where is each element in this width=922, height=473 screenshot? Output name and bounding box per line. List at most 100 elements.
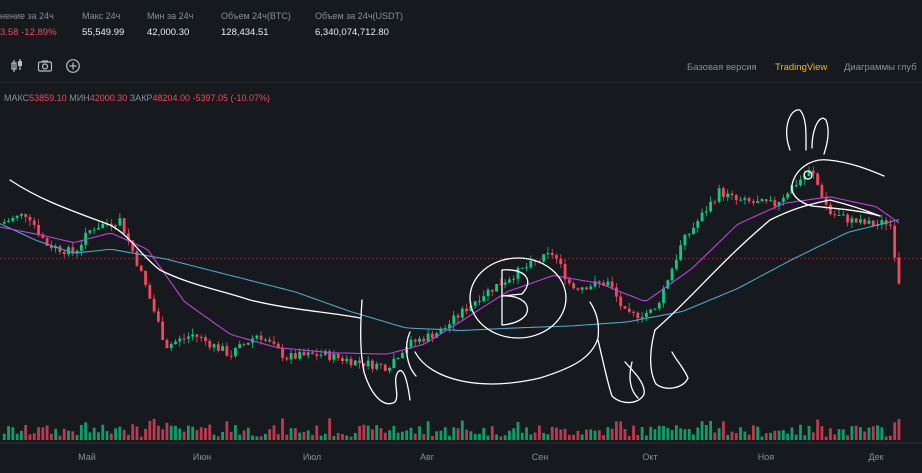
low-label: МИН	[69, 93, 90, 103]
stat-low-24h: Мин за 24ч 42,000.30	[147, 11, 193, 38]
candle	[383, 364, 387, 371]
volume-bar	[636, 435, 640, 440]
candle	[666, 280, 670, 289]
doodle-stroke	[786, 109, 807, 151]
volume-bar	[473, 433, 477, 440]
volume-bar	[341, 434, 344, 440]
candle	[285, 357, 289, 360]
candle	[79, 244, 83, 251]
volume-bar	[580, 434, 584, 440]
candle	[623, 306, 627, 309]
volume-bar	[186, 425, 190, 440]
candle	[465, 308, 468, 312]
candle	[426, 333, 430, 342]
stat-value: 42,000.30	[147, 27, 190, 38]
volume-bar	[156, 425, 160, 440]
candle	[606, 281, 610, 286]
candle	[268, 339, 272, 342]
candle	[520, 267, 524, 269]
candle	[165, 339, 169, 349]
volume-bar	[114, 428, 117, 440]
volume-bar	[323, 433, 327, 440]
candle	[829, 204, 832, 215]
volume-bar	[448, 435, 451, 440]
volume-bar	[298, 432, 302, 440]
plus-circle-icon[interactable]	[64, 58, 82, 76]
camera-icon[interactable]	[36, 58, 54, 76]
candle	[2, 222, 6, 224]
stat-volume-btc: Объем 24ч(BTC) 128,434.51	[221, 11, 291, 38]
volume-bar	[743, 431, 747, 440]
volume-bar	[670, 430, 674, 440]
candle	[709, 201, 712, 212]
candle	[525, 267, 528, 269]
candle	[871, 220, 875, 226]
candle	[854, 218, 858, 223]
volume-bar	[272, 425, 276, 440]
volume-bar	[550, 426, 554, 440]
candle	[739, 199, 742, 201]
candle	[516, 267, 520, 279]
candle	[379, 363, 383, 365]
candle	[15, 215, 19, 218]
candle	[156, 311, 160, 322]
volume-bar	[191, 426, 195, 440]
volume-bar	[332, 436, 336, 440]
volume-bar	[208, 424, 212, 440]
volume-bar	[486, 435, 490, 440]
candle	[199, 336, 203, 338]
volume-bar	[632, 425, 635, 440]
volume-bar	[388, 430, 391, 440]
stat-value: 55,549.99	[82, 27, 125, 38]
volume-bar	[811, 432, 815, 440]
tab-basic[interactable]: Базовая версия	[687, 62, 757, 73]
stat-value: 128,434.51	[221, 27, 269, 38]
volume-bar	[696, 427, 700, 440]
volume-bar	[713, 432, 717, 440]
stat-change-24h: нение за 24ч 3.58 -12.89%	[0, 11, 57, 38]
candle	[559, 258, 563, 265]
volume-bar	[559, 429, 563, 440]
candle	[311, 352, 314, 355]
volume-bar	[597, 430, 601, 440]
candle	[400, 352, 404, 359]
candle	[717, 188, 721, 202]
candle	[781, 197, 785, 202]
candle	[24, 213, 28, 217]
candle	[289, 353, 293, 360]
volume-bar	[37, 427, 40, 440]
volume-bar	[345, 435, 349, 440]
doodle-stroke	[629, 361, 639, 399]
tab-tradingview[interactable]: TradingView	[775, 62, 827, 73]
tab-depth[interactable]: Диаграммы глуб	[844, 62, 917, 73]
candle	[773, 200, 777, 207]
candle	[259, 335, 263, 340]
volume-bar	[182, 431, 186, 440]
volume-bar	[884, 436, 888, 440]
volume-bar	[88, 432, 92, 440]
candle	[867, 220, 871, 224]
volume-bar	[730, 431, 734, 440]
candle	[546, 252, 550, 255]
volume-bar	[520, 432, 524, 440]
volume-bar	[533, 432, 537, 440]
candle	[657, 302, 661, 309]
volume-bar	[336, 432, 340, 440]
candle	[7, 220, 10, 223]
x-tick-label: Июл	[303, 452, 321, 462]
candlestick-icon[interactable]	[8, 58, 26, 76]
candle	[114, 225, 117, 227]
volume-bar	[349, 436, 353, 440]
volume-bar	[422, 433, 426, 440]
doodle-bitcoin-letter	[501, 269, 529, 326]
candle	[174, 341, 177, 345]
candle	[62, 251, 66, 255]
volume-bar	[285, 434, 289, 440]
volume-bar	[246, 427, 250, 440]
candle	[20, 213, 23, 216]
volume-bar	[790, 427, 794, 440]
volume-bar	[679, 428, 683, 440]
volume-bar	[251, 435, 254, 440]
candle	[264, 339, 267, 341]
volume-bar	[62, 428, 66, 440]
